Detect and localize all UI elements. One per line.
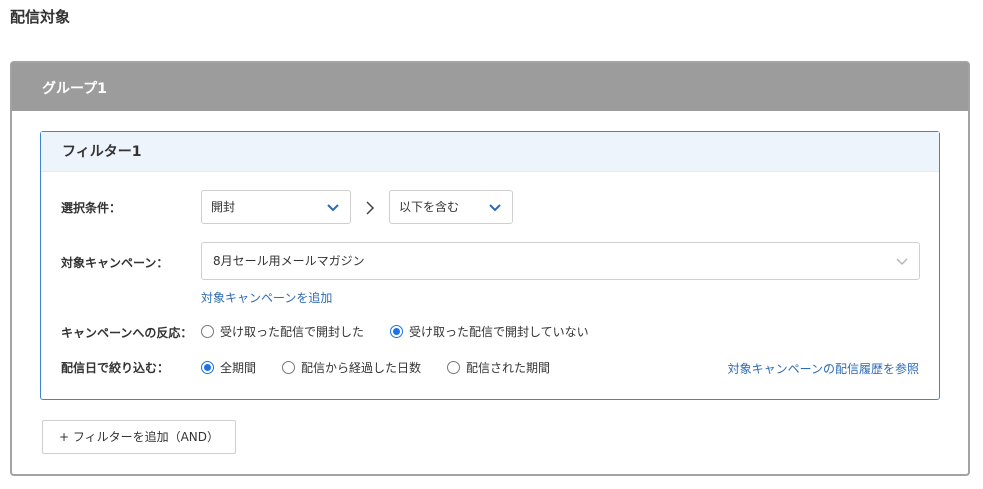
- date-option-period[interactable]: 配信された期間: [447, 359, 550, 376]
- radio-label: 全期間: [220, 361, 257, 375]
- reaction-option-opened[interactable]: 受け取った配信で開封した: [201, 323, 364, 340]
- group-header: グループ1: [12, 63, 968, 111]
- reaction-label: キャンペーンへの反応：: [61, 326, 193, 340]
- radio-label: 受け取った配信で開封していない: [409, 325, 589, 339]
- radio-button[interactable]: [201, 325, 214, 338]
- date-filter-radio-group: 全期間 配信から経過した日数 配信された期間: [201, 359, 576, 376]
- date-option-all[interactable]: 全期間: [201, 359, 256, 376]
- radio-button[interactable]: [447, 361, 461, 374]
- condition-label: 選択条件：: [61, 201, 122, 215]
- add-campaign-link[interactable]: 対象キャンペーンを追加: [201, 289, 332, 306]
- reaction-option-not-opened[interactable]: 受け取った配信で開封していない: [390, 323, 589, 340]
- radio-label: 受け取った配信で開封した: [220, 325, 365, 339]
- operator-select[interactable]: 以下を含む: [389, 190, 513, 224]
- campaign-label: 対象キャンペーン：: [61, 256, 169, 270]
- condition-select-value: 開封: [211, 200, 236, 214]
- chevron-down-icon: [896, 258, 908, 266]
- radio-button[interactable]: [282, 361, 296, 374]
- date-option-elapsed-days[interactable]: 配信から経過した日数: [282, 359, 421, 376]
- radio-label: 配信された期間: [466, 361, 551, 375]
- campaign-select[interactable]: 8月セール用メールマガジン: [201, 242, 920, 280]
- radio-button[interactable]: [201, 361, 214, 374]
- chevron-down-icon: [327, 204, 339, 212]
- page-title: 配信対象: [10, 8, 71, 26]
- chevron-right-icon: [366, 201, 375, 215]
- date-filter-label: 配信日で絞り込む：: [61, 361, 170, 375]
- radio-button[interactable]: [390, 325, 404, 338]
- radio-label: 配信から経過した日数: [301, 361, 422, 375]
- filter-panel: フィルター1 選択条件： 開封 以下を含む 対象キャンペーン： 8月セール用メー…: [40, 131, 940, 400]
- filter-header: フィルター1: [41, 132, 939, 172]
- chevron-down-icon: [489, 204, 501, 212]
- group-panel: グループ1 フィルター1 選択条件： 開封 以下を含む 対象キャンペーン： 8月…: [10, 61, 970, 476]
- add-filter-button[interactable]: + フィルターを追加（AND）: [42, 420, 236, 454]
- operator-select-value: 以下を含む: [399, 200, 460, 214]
- view-history-link[interactable]: 対象キャンペーンの配信履歴を参照: [728, 360, 919, 377]
- condition-select[interactable]: 開封: [201, 190, 351, 224]
- campaign-select-value: 8月セール用メールマガジン: [213, 254, 365, 268]
- reaction-radio-group: 受け取った配信で開封した 受け取った配信で開封していない: [201, 323, 615, 340]
